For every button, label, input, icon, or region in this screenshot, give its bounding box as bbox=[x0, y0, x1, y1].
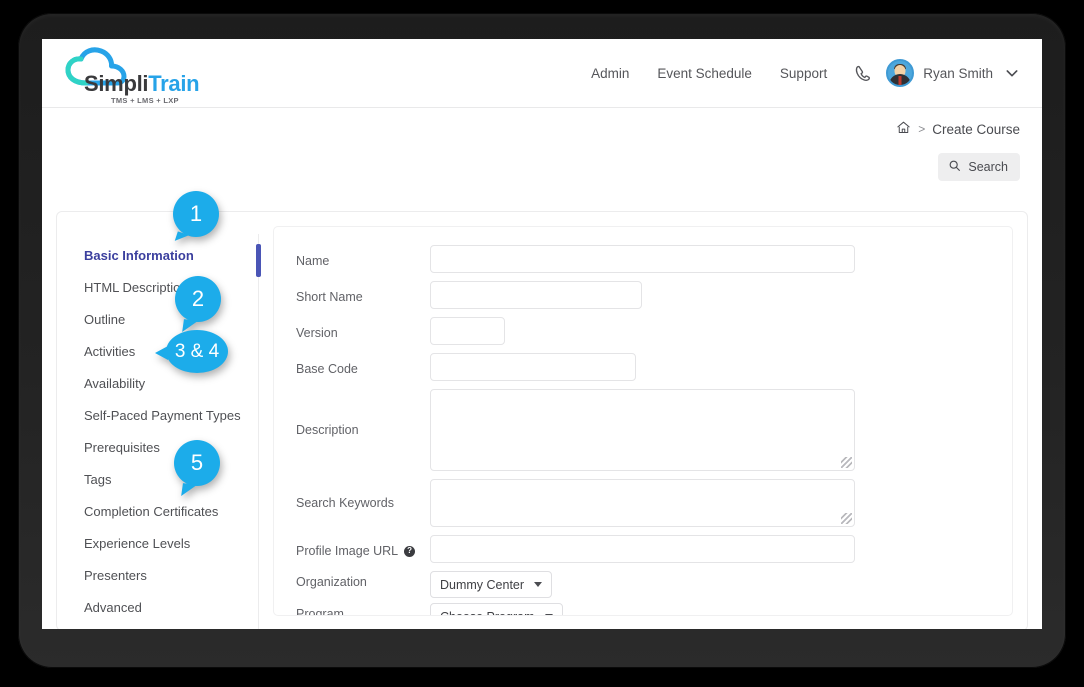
section-scroll-track[interactable] bbox=[256, 234, 261, 629]
search-button[interactable]: Search bbox=[938, 153, 1020, 181]
sidebar-item-advanced[interactable]: Advanced bbox=[57, 592, 258, 624]
organization-select[interactable]: Dummy Center bbox=[430, 571, 553, 598]
logo[interactable]: SimpliTrain TMS + LMS + LXP bbox=[58, 47, 258, 105]
chevron-down-icon bbox=[534, 582, 543, 587]
callout-badge-2: 2 bbox=[175, 276, 221, 334]
label-base-code: Base Code bbox=[296, 362, 358, 376]
sidebar-item-html-description[interactable]: HTML Description bbox=[57, 272, 258, 304]
sidebar-item-outline[interactable]: Outline bbox=[57, 304, 258, 336]
sidebar-item-availability[interactable]: Availability bbox=[57, 368, 258, 400]
field-row-description: Description bbox=[274, 389, 1012, 471]
top-navigation: Admin Event Schedule Support Ryan Smith bbox=[577, 39, 1020, 107]
callout-badge-5: 5 bbox=[174, 440, 220, 498]
base-code-input[interactable] bbox=[430, 353, 636, 381]
version-input[interactable] bbox=[430, 317, 505, 345]
label-profile-image-url-text: Profile Image URL bbox=[296, 544, 399, 558]
label-short-name: Short Name bbox=[296, 290, 363, 304]
course-section-sidebar: Basic Information HTML Description Outli… bbox=[57, 212, 258, 629]
resize-grip-icon[interactable] bbox=[841, 457, 852, 468]
program-select[interactable]: Choose Program bbox=[430, 603, 563, 616]
breadcrumb: > Create Course bbox=[896, 120, 1020, 138]
field-row-organization: Organization Dummy Center bbox=[274, 571, 1012, 598]
description-textarea[interactable] bbox=[430, 389, 855, 471]
callout-badge-3-and-4-label: 3 & 4 bbox=[174, 340, 220, 362]
chevron-down-icon[interactable] bbox=[1004, 65, 1020, 81]
callout-badge-2-label: 2 bbox=[191, 286, 205, 311]
search-keywords-textarea[interactable] bbox=[430, 479, 855, 527]
nav-item-admin[interactable]: Admin bbox=[577, 66, 643, 81]
program-select-value: Choose Program bbox=[440, 610, 535, 616]
label-program: Program bbox=[296, 607, 344, 616]
label-version: Version bbox=[296, 326, 338, 340]
field-row-version: Version bbox=[274, 317, 1012, 345]
home-icon[interactable] bbox=[896, 120, 911, 138]
breadcrumb-separator: > bbox=[918, 122, 926, 136]
sidebar-item-experience-levels[interactable]: Experience Levels bbox=[57, 528, 258, 560]
profile-image-url-input[interactable] bbox=[430, 535, 855, 563]
logo-tagline: TMS + LMS + LXP bbox=[111, 96, 179, 105]
label-description: Description bbox=[296, 423, 359, 437]
name-input[interactable] bbox=[430, 245, 855, 273]
device-frame: SimpliTrain TMS + LMS + LXP Admin Event … bbox=[18, 13, 1066, 668]
logo-text: SimpliTrain bbox=[84, 71, 200, 96]
phone-icon[interactable] bbox=[841, 64, 882, 83]
user-name[interactable]: Ryan Smith bbox=[923, 66, 993, 81]
logo-text-train: Train bbox=[148, 71, 200, 96]
sidebar-item-basic-information[interactable]: Basic Information bbox=[57, 240, 258, 272]
sidebar-item-prerequisites[interactable]: Prerequisites bbox=[57, 432, 258, 464]
search-icon bbox=[948, 159, 961, 175]
field-row-program: Program Choose Program bbox=[274, 603, 1012, 616]
short-name-input[interactable] bbox=[430, 281, 642, 309]
field-row-name: Name bbox=[274, 245, 1012, 273]
field-row-profile-image-url: Profile Image URL ? bbox=[274, 535, 1012, 563]
label-organization: Organization bbox=[296, 575, 367, 589]
help-icon[interactable]: ? bbox=[404, 545, 416, 557]
nav-item-event-schedule[interactable]: Event Schedule bbox=[643, 66, 766, 81]
breadcrumb-current[interactable]: Create Course bbox=[932, 122, 1020, 137]
callout-tail bbox=[155, 345, 168, 360]
nav-item-support[interactable]: Support bbox=[766, 66, 841, 81]
basic-information-form: Name Short Name Version Base Code Descri bbox=[273, 226, 1013, 616]
sidebar-item-tags[interactable]: Tags bbox=[57, 464, 258, 496]
field-row-search-keywords: Search Keywords bbox=[274, 479, 1012, 527]
sidebar-item-self-paced-payment-types[interactable]: Self-Paced Payment Types bbox=[57, 400, 258, 432]
label-profile-image-url: Profile Image URL ? bbox=[296, 535, 430, 558]
breadcrumb-bar: > Create Course bbox=[42, 108, 1042, 148]
sidebar-item-completion-certificates[interactable]: Completion Certificates bbox=[57, 496, 258, 528]
label-search-keywords: Search Keywords bbox=[296, 496, 394, 510]
avatar-tie bbox=[898, 76, 902, 85]
site-header: SimpliTrain TMS + LMS + LXP Admin Event … bbox=[42, 39, 1042, 108]
resize-grip-icon[interactable] bbox=[841, 513, 852, 524]
field-row-short-name: Short Name bbox=[274, 281, 1012, 309]
avatar[interactable] bbox=[886, 59, 915, 87]
search-button-label: Search bbox=[968, 160, 1008, 174]
create-course-card: Basic Information HTML Description Outli… bbox=[56, 211, 1028, 629]
callout-badge-1-label: 1 bbox=[189, 201, 203, 226]
active-section-indicator bbox=[256, 244, 261, 277]
callout-badge-5-label: 5 bbox=[190, 450, 204, 475]
callout-tail bbox=[181, 483, 197, 498]
callout-badge-3-and-4: 3 & 4 bbox=[155, 330, 228, 373]
sidebar-item-presenters[interactable]: Presenters bbox=[57, 560, 258, 592]
search-row: Search bbox=[42, 148, 1042, 188]
label-name: Name bbox=[296, 254, 330, 268]
chevron-down-icon bbox=[544, 614, 553, 615]
logo-text-simpli: Simpli bbox=[84, 71, 149, 96]
callout-badge-1: 1 bbox=[173, 191, 219, 245]
organization-select-value: Dummy Center bbox=[440, 577, 525, 592]
field-row-base-code: Base Code bbox=[274, 353, 1012, 381]
